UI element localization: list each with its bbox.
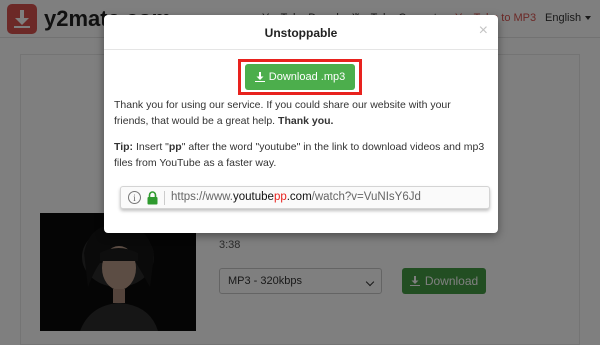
modal-title: Unstoppable bbox=[264, 26, 338, 40]
thanks-bold: Thank you. bbox=[278, 115, 334, 127]
modal-header: Unstoppable × bbox=[104, 15, 498, 50]
url-suffix: /watch?v=VuNIsY6Jd bbox=[311, 191, 421, 203]
download-mp3-label: Download .mp3 bbox=[268, 71, 346, 83]
url-domain-1: youtube bbox=[233, 191, 274, 203]
tip-message: Tip: Insert "pp" after the word "youtube… bbox=[114, 139, 488, 171]
info-icon: i bbox=[128, 191, 141, 204]
url-domain-2: .com bbox=[286, 191, 312, 203]
lock-icon bbox=[147, 191, 158, 205]
download-modal: Unstoppable × Download .mp3 Thank you fo… bbox=[104, 15, 498, 233]
url-pp: pp bbox=[273, 191, 287, 203]
tip-label: Tip: bbox=[114, 141, 134, 153]
tip-pp: pp bbox=[168, 141, 182, 153]
example-url-bar: i https://www.youtubepp.com/watch?v=VuNI… bbox=[120, 186, 490, 209]
close-icon[interactable]: × bbox=[479, 23, 488, 39]
url-divider bbox=[164, 191, 165, 205]
url-prefix: https://www. bbox=[171, 191, 233, 203]
download-icon bbox=[254, 72, 265, 82]
tip-text-1: Insert " bbox=[135, 141, 169, 153]
example-url: https://www.youtubepp.com/watch?v=VuNIsY… bbox=[171, 191, 421, 203]
thanks-message: Thank you for using our service. If you … bbox=[114, 97, 488, 129]
download-mp3-button[interactable]: Download .mp3 bbox=[245, 64, 355, 90]
